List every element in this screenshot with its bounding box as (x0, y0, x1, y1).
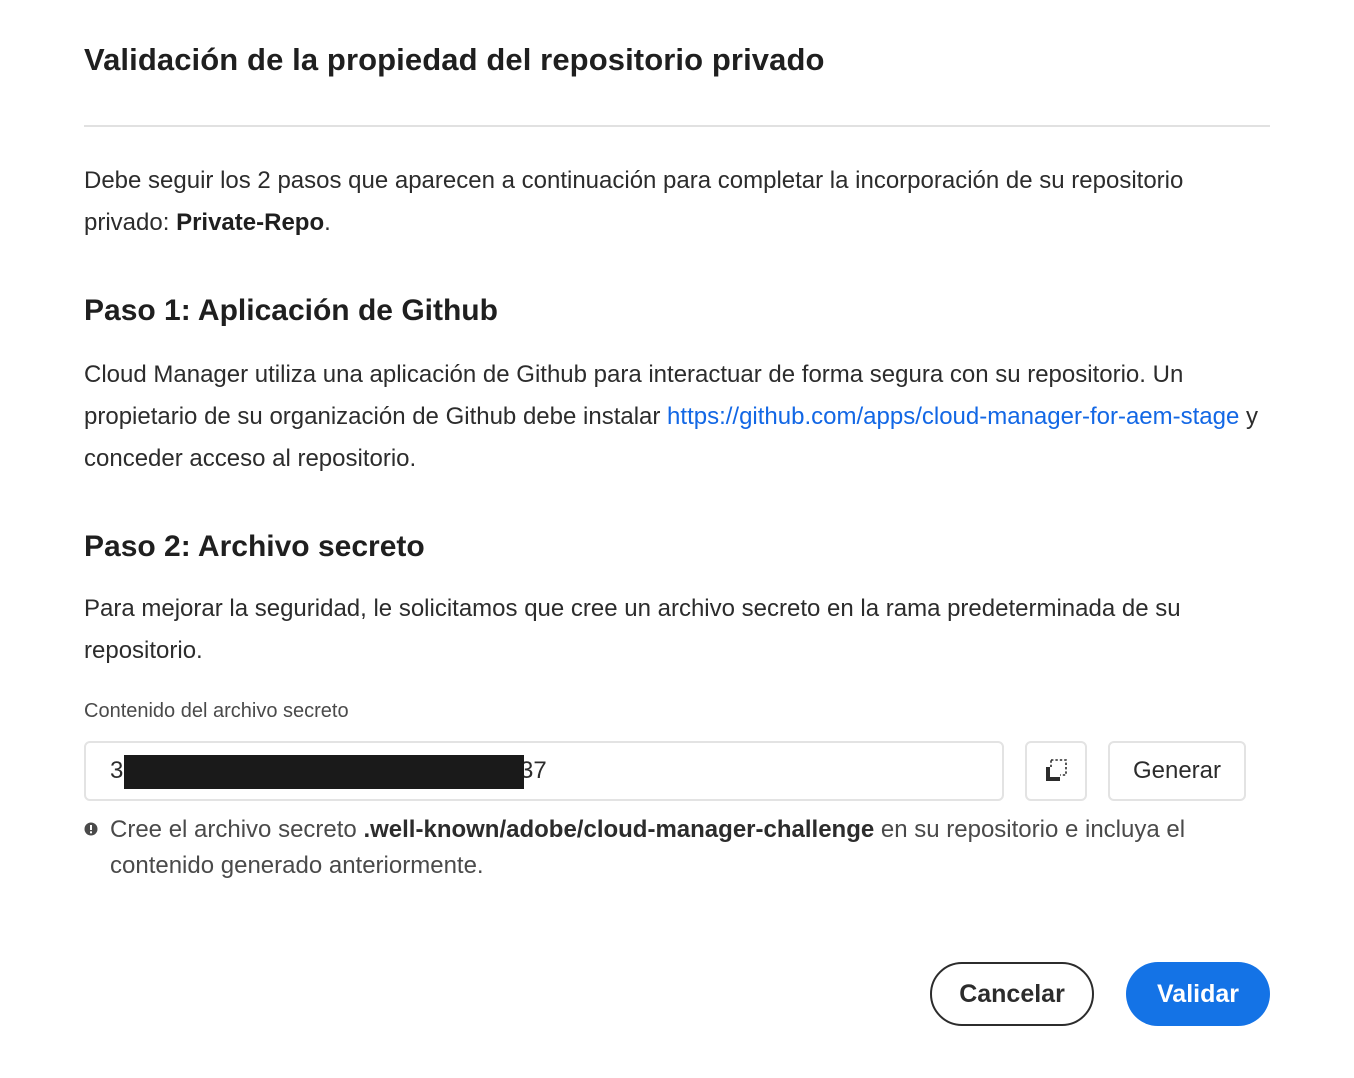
redaction-bar (124, 755, 524, 789)
help-text-before: Cree el archivo secreto (110, 816, 364, 843)
validation-dialog: Validación de la propiedad del repositor… (0, 0, 1354, 1078)
validate-button[interactable]: Validar (1126, 962, 1270, 1026)
intro-text: Debe seguir los 2 pasos que aparecen a c… (84, 160, 1264, 244)
step2-text: Para mejorar la seguridad, le solicitamo… (84, 595, 1181, 664)
generate-button[interactable]: Generar (1108, 741, 1246, 801)
cancel-button[interactable]: Cancelar (930, 962, 1094, 1026)
copy-icon (1046, 759, 1067, 781)
help-text: Cree el archivo secreto .well-known/adob… (110, 812, 1260, 884)
step1-text: Cloud Manager utiliza una aplicación de … (84, 354, 1264, 480)
secret-field-label: Contenido del archivo secreto (84, 700, 349, 722)
github-app-link[interactable]: https://github.com/apps/cloud-manager-fo… (667, 403, 1239, 430)
copy-button[interactable] (1025, 741, 1087, 801)
intro-suffix: . (324, 209, 331, 236)
step1-heading: Paso 1: Aplicación de Github (84, 294, 498, 327)
secret-value-start: 3 (110, 757, 124, 784)
repo-name: Private-Repo (176, 209, 325, 236)
info-icon (84, 822, 98, 836)
title-divider (84, 125, 1270, 127)
dialog-title: Validación de la propiedad del repositor… (84, 42, 825, 77)
step2-heading: Paso 2: Archivo secreto (84, 530, 425, 563)
secret-value-end: 37 (520, 757, 547, 784)
secret-file-path: .well-known/adobe/cloud-manager-challeng… (363, 816, 875, 843)
secret-content-field[interactable]: 3 37 (84, 741, 1004, 801)
